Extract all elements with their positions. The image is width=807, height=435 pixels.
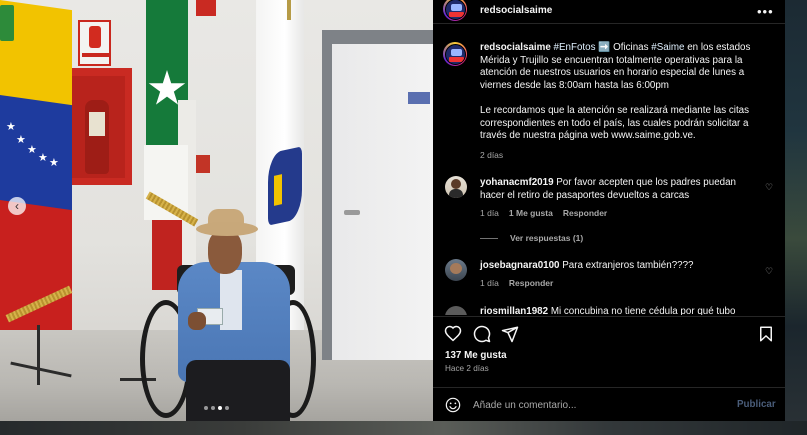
author-username[interactable]: redsocialsaime (480, 5, 552, 16)
comment-text: josebagnara0100 Para extranjeros también… (480, 260, 694, 271)
carousel-dot (225, 406, 229, 410)
commenter-avatar[interactable] (445, 306, 467, 315)
commenter-avatar[interactable] (445, 259, 467, 281)
more-options-icon[interactable]: ••• (757, 4, 774, 19)
comment-input[interactable] (473, 396, 713, 414)
post-sidebar: redsocialsaime ••• redsocialsaime #EnFot… (433, 0, 785, 421)
hashtag-link[interactable]: #Saime (651, 42, 684, 53)
caption-paragraph-2: Le recordamos que la atención se realiza… (480, 104, 750, 142)
carousel-dot (204, 406, 208, 410)
commenter-avatar[interactable] (445, 176, 467, 198)
view-replies-button[interactable]: Ver respuestas (1) (480, 233, 583, 243)
bookmark-icon[interactable] (757, 325, 775, 343)
extinguisher-sign (78, 20, 111, 66)
comment-username[interactable]: josebagnara0100 (480, 260, 560, 271)
reply-button[interactable]: Responder (509, 278, 553, 288)
comment-item-partial: riosmillan1982 Mi concubina no tiene céd… (433, 303, 785, 315)
post-caption: redsocialsaime #EnFotos ➡️ Oficinas #Sai… (480, 42, 770, 162)
caption-author-avatar[interactable] (443, 42, 467, 66)
author-avatar[interactable] (443, 0, 467, 21)
comment-icon[interactable] (473, 325, 491, 343)
post-time: Hace 2 días (445, 364, 489, 373)
heart-icon[interactable]: ♡ (765, 266, 775, 276)
carousel-dot (211, 406, 215, 410)
heart-icon[interactable] (444, 325, 462, 343)
carousel-dot-active (218, 406, 222, 410)
publish-button[interactable]: Publicar (737, 399, 776, 410)
comment-meta: 1 día Responder (480, 278, 553, 288)
reply-button[interactable]: Responder (563, 208, 607, 218)
comment-meta: 1 día 1 Me gusta Responder (480, 208, 607, 218)
emoji-icon[interactable] (445, 397, 461, 413)
arrow-emoji: ➡️ (598, 42, 611, 53)
instagram-post-modal: ★ ★ ★ ★ ★ ‹ redsocialsaime ••• redsocial… (0, 0, 807, 435)
post-actions (433, 316, 785, 350)
backdrop-bottom (0, 421, 807, 435)
send-icon[interactable] (501, 325, 519, 343)
post-header: redsocialsaime ••• (433, 0, 785, 24)
add-comment-bar: Publicar (433, 387, 785, 421)
chevron-left-icon[interactable]: ‹ (8, 197, 26, 215)
caption-time: 2 días (480, 149, 504, 160)
comment-username[interactable]: riosmillan1982 (480, 306, 548, 315)
comment-time: 1 día (480, 278, 499, 288)
heart-icon[interactable]: ♡ (765, 182, 775, 192)
comment-text: riosmillan1982 Mi concubina no tiene céd… (480, 306, 736, 315)
hashtag-link[interactable]: #EnFotos (554, 42, 596, 53)
carousel-dots (204, 406, 229, 410)
comment-text: yohanacmf2019 Por favor acepten que los … (480, 177, 736, 201)
comment-username[interactable]: yohanacmf2019 (480, 177, 554, 188)
post-photo[interactable]: ★ ★ ★ ★ ★ ‹ (0, 0, 433, 421)
caption-author[interactable]: redsocialsaime (480, 42, 551, 53)
backdrop-right (785, 0, 807, 435)
likes-count[interactable]: 137 Me gusta (445, 350, 507, 361)
comment-likes[interactable]: 1 Me gusta (509, 208, 553, 218)
venezuela-flag: ★ ★ ★ ★ ★ (0, 0, 72, 330)
comment-time: 1 día (480, 208, 499, 218)
